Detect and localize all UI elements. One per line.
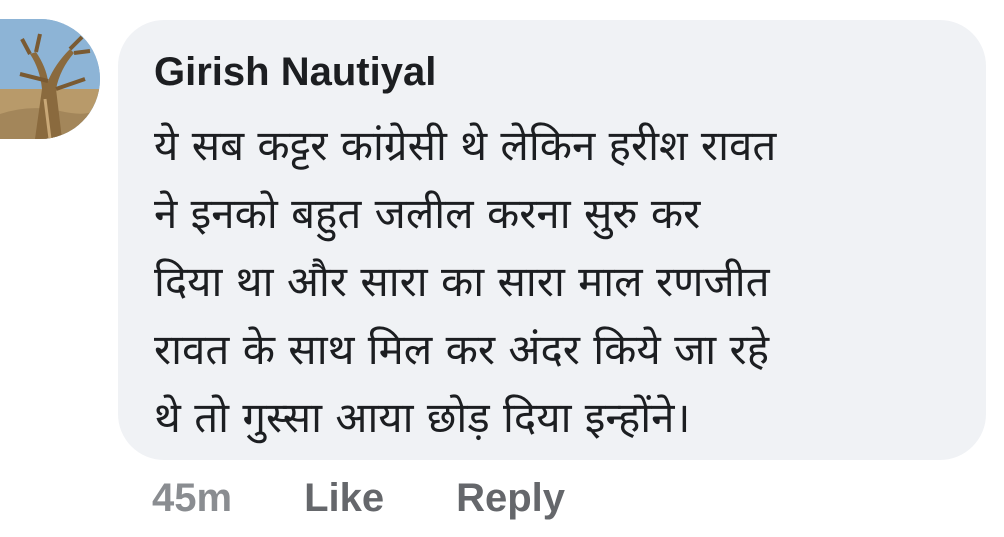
comment-actions: 45m Like Reply [152,470,565,526]
comment-timestamp[interactable]: 45m [152,476,232,521]
comment-author-name[interactable]: Girish Nautiyal [154,48,436,96]
like-button[interactable]: Like [304,476,384,521]
avatar[interactable] [0,19,100,139]
reply-button[interactable]: Reply [456,476,565,521]
comment-bubble: Girish Nautiyal ये सब कट्टर कांग्रेसी थे… [118,20,986,460]
avatar-tree-photo [0,19,100,139]
comment-text: ये सब कट्टर कांग्रेसी थे लेकिन हरीश रावत… [154,121,777,442]
